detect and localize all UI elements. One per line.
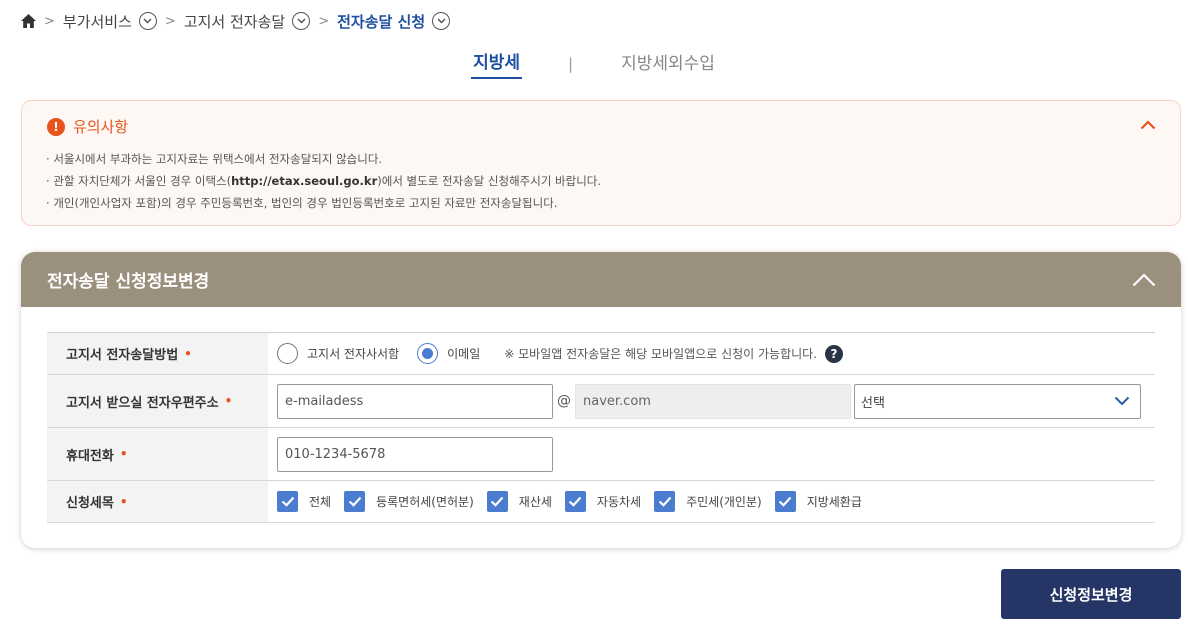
- check-icon: [569, 496, 582, 507]
- required-mark: •: [224, 394, 233, 408]
- tab-divider: |: [568, 54, 574, 73]
- chevron-up-icon: [1140, 120, 1156, 130]
- panel-header: 전자송달 신청정보변경: [21, 252, 1181, 307]
- checkbox-local-tax-refund[interactable]: [774, 491, 796, 512]
- breadcrumb-item-current[interactable]: 전자송달 신청: [337, 11, 451, 32]
- breadcrumb-item-label: 고지서 전자송달: [183, 12, 286, 31]
- select-value: 선택: [861, 395, 885, 411]
- notice-item: 관할 자치단체가 서울인 경우 이택스(http://etax.seoul.go…: [46, 170, 601, 192]
- form-row-email: 고지서 받으실 전자우편주소 • e-mailadess @ naver.com…: [47, 375, 1155, 428]
- form-row-tax-items: 신청세목 • 전체 등록면허세(면허분) 재산세 자동차세 주민세(개인분) 지…: [47, 481, 1155, 523]
- field-label: 고지서 받으실 전자우편주소 •: [47, 375, 268, 427]
- radio-label: 고지서 전자사서함: [307, 347, 400, 361]
- home-icon[interactable]: [20, 13, 36, 29]
- chevron-down-icon[interactable]: [138, 12, 157, 30]
- checkbox-all[interactable]: [277, 491, 298, 512]
- breadcrumb-item-e-delivery[interactable]: 고지서 전자송달: [183, 11, 311, 32]
- chevron-down-icon[interactable]: [432, 12, 451, 30]
- tab-bar: 지방세 | 지방세외수입: [0, 48, 1188, 79]
- email-domain-select[interactable]: 선택: [854, 383, 1141, 419]
- field-label: 고지서 전자송달방법 •: [47, 333, 268, 374]
- checkbox-label: 전체: [309, 495, 332, 509]
- field-label: 신청세목 •: [47, 481, 268, 522]
- breadcrumb-item-label: 부가서비스: [62, 12, 132, 31]
- breadcrumb-item-services[interactable]: 부가서비스: [63, 11, 157, 32]
- panel-title: 전자송달 신청정보변경: [47, 272, 210, 292]
- chevron-down-icon: [1114, 396, 1130, 406]
- radio-mailbox[interactable]: [277, 343, 298, 364]
- required-mark: •: [119, 494, 128, 509]
- checkbox-vehicle-tax[interactable]: [564, 491, 586, 512]
- breadcrumb-separator-icon: >: [44, 13, 55, 29]
- notice-box: ! 유의사항 서울시에서 부과하는 고지자료는 위택스에서 전자송달되지 않습니…: [21, 100, 1181, 226]
- checkbox-label: 등록면허세(면허분): [376, 495, 474, 509]
- check-icon: [348, 496, 361, 507]
- required-mark: •: [184, 346, 192, 361]
- checkbox-registration-license-tax[interactable]: [344, 491, 366, 512]
- notice-collapse-button[interactable]: [1138, 115, 1158, 135]
- notice-title: 유의사항: [73, 118, 129, 136]
- breadcrumb-item-label: 전자송달 신청: [337, 12, 426, 31]
- checkbox-label: 재산세: [518, 495, 552, 509]
- tab-non-tax-revenue[interactable]: 지방세외수입: [619, 49, 717, 78]
- check-icon: [658, 496, 671, 507]
- required-mark: •: [119, 447, 128, 461]
- phone-input[interactable]: 010-1234-5678: [277, 436, 553, 472]
- radio-dot: [422, 348, 434, 359]
- check-icon: [281, 496, 294, 507]
- mobile-hint: ※ 모바일앱 전자송달은 해당 모바일앱으로 신청이 가능합니다.: [504, 347, 818, 361]
- submit-button[interactable]: 신청정보변경: [1001, 569, 1181, 619]
- form-row-method: 고지서 전자송달방법 • 고지서 전자사서함 이메일 ※ 모바일앱 전자송달은 …: [47, 333, 1155, 375]
- panel-collapse-button[interactable]: [1131, 267, 1157, 293]
- email-field: e-mailadess @ naver.com 선택: [268, 375, 1155, 427]
- notice-list: 서울시에서 부과하는 고지자료는 위택스에서 전자송달되지 않습니다. 관할 자…: [46, 148, 601, 214]
- at-sign: @: [557, 393, 571, 409]
- etax-link[interactable]: http://etax.seoul.go.kr: [231, 174, 377, 188]
- radio-label: 이메일: [447, 347, 481, 361]
- help-icon[interactable]: ?: [825, 344, 844, 363]
- tab-local-tax[interactable]: 지방세: [471, 48, 522, 79]
- email-domain-input[interactable]: naver.com: [575, 383, 851, 419]
- radio-email[interactable]: [417, 343, 439, 364]
- phone-field: 010-1234-5678: [268, 428, 1155, 480]
- field-label: 휴대전화 •: [47, 428, 268, 480]
- notice-header: ! 유의사항: [47, 116, 128, 137]
- checkbox-label: 주민세(개인분): [686, 495, 762, 509]
- notice-item: 서울시에서 부과하는 고지자료는 위택스에서 전자송달되지 않습니다.: [46, 148, 601, 170]
- change-info-panel: 전자송달 신청정보변경 고지서 전자송달방법 • 고지서 전자사서함 이메일 ※…: [21, 252, 1181, 548]
- check-icon: [491, 496, 504, 507]
- breadcrumb-separator-icon: >: [318, 13, 330, 29]
- form-table: 고지서 전자송달방법 • 고지서 전자사서함 이메일 ※ 모바일앱 전자송달은 …: [47, 332, 1155, 523]
- check-icon: [778, 496, 792, 507]
- breadcrumb-separator-icon: >: [164, 13, 176, 29]
- checkbox-label: 자동차세: [596, 495, 642, 509]
- email-id-input[interactable]: e-mailadess: [277, 383, 553, 419]
- method-field: 고지서 전자사서함 이메일 ※ 모바일앱 전자송달은 해당 모바일앱으로 신청이…: [268, 333, 1155, 374]
- checkbox-resident-tax[interactable]: [654, 491, 676, 512]
- notice-item: 개인(개인사업자 포함)의 경우 주민등록번호, 법인의 경우 법인등록번호로 …: [46, 192, 601, 214]
- chevron-down-icon[interactable]: [292, 12, 311, 30]
- form-row-phone: 휴대전화 • 010-1234-5678: [47, 428, 1155, 481]
- tax-items-field: 전체 등록면허세(면허분) 재산세 자동차세 주민세(개인분) 지방세환급: [268, 481, 1155, 522]
- breadcrumb: > 부가서비스 > 고지서 전자송달 > 전자송달 신청: [20, 10, 451, 32]
- exclamation-icon: !: [47, 117, 65, 136]
- chevron-up-icon: [1132, 272, 1156, 286]
- checkbox-label: 지방세환급: [806, 495, 862, 509]
- checkbox-property-tax[interactable]: [486, 491, 508, 512]
